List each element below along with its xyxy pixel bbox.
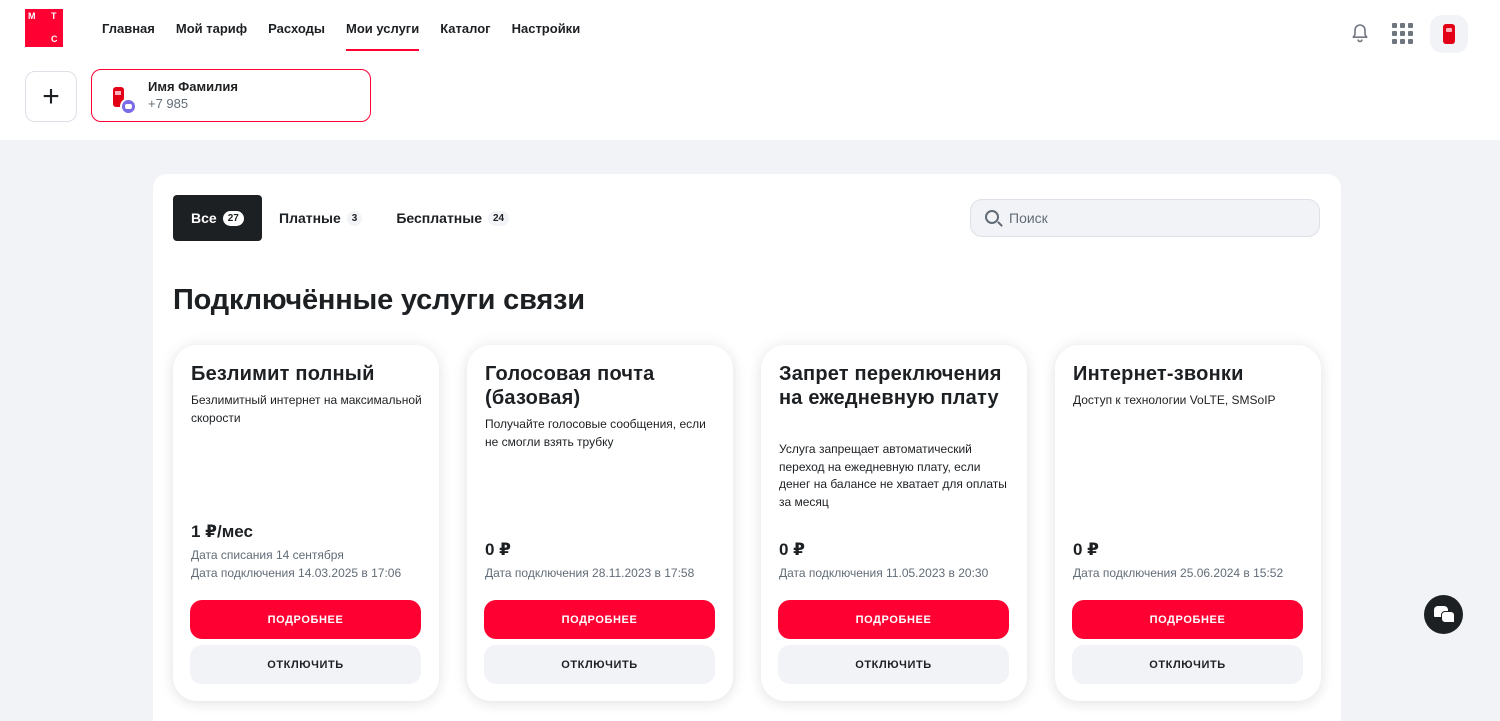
details-button[interactable]: ПОДРОБНЕЕ bbox=[484, 600, 715, 639]
tab-count-badge: 3 bbox=[346, 210, 363, 226]
details-button[interactable]: ПОДРОБНЕЕ bbox=[1072, 600, 1303, 639]
top-bar: М Т С Главная Мой тариф Расходы Мои услу… bbox=[0, 0, 1500, 140]
phone-avatar-icon bbox=[1443, 24, 1455, 44]
profile-avatar[interactable] bbox=[1430, 15, 1468, 53]
service-title: Запрет переключения на ежедневную плату bbox=[779, 363, 1002, 409]
tab-label: Бесплатные bbox=[396, 210, 482, 226]
account-selector[interactable]: Имя Фамилия +7 985 bbox=[91, 69, 371, 122]
search-input[interactable] bbox=[1009, 200, 1309, 236]
search-icon bbox=[985, 210, 999, 224]
connect-date: Дата подключения 11.05.2023 в 20:30 bbox=[779, 566, 989, 580]
connect-date: Дата подключения 28.11.2023 в 17:58 bbox=[485, 566, 695, 580]
service-title: Безлимит полный bbox=[191, 363, 375, 385]
search-box bbox=[970, 199, 1320, 237]
main-nav: Главная Мой тариф Расходы Мои услуги Кат… bbox=[102, 20, 580, 52]
service-price: 0 ₽ bbox=[779, 540, 806, 559]
nav-item-my-tariff[interactable]: Мой тариф bbox=[176, 20, 247, 52]
service-price: 0 ₽ bbox=[485, 540, 512, 559]
chat-badge-icon bbox=[120, 98, 137, 115]
service-cards: Безлимит полный Безлимитный интернет на … bbox=[173, 345, 1321, 701]
service-card: Интернет-звонки Доступ к технологии VoLT… bbox=[1055, 345, 1321, 701]
service-card: Запрет переключения на ежедневную плату … bbox=[761, 345, 1027, 701]
disable-button[interactable]: ОТКЛЮЧИТЬ bbox=[484, 645, 715, 684]
bell-icon[interactable] bbox=[1349, 22, 1371, 44]
connect-date: Дата подключения 14.03.2025 в 17:06 bbox=[191, 566, 402, 580]
tab-count-badge: 24 bbox=[488, 210, 510, 226]
service-description: Доступ к технологии VoLTE, SMSoIP bbox=[1073, 393, 1276, 407]
service-description: Получайте голосовые сообщения, если не с… bbox=[485, 417, 706, 449]
mts-logo[interactable]: М Т С bbox=[25, 9, 63, 47]
service-description: Безлимитный интернет на максимальной ско… bbox=[191, 393, 422, 425]
tab-all[interactable]: Все 27 bbox=[173, 195, 262, 241]
service-title: Голосовая почта (базовая) bbox=[485, 363, 655, 409]
account-name: Имя Фамилия bbox=[148, 79, 238, 94]
page-title: Подключённые услуги связи bbox=[173, 284, 585, 316]
logo-letter: С bbox=[51, 34, 58, 44]
disable-button[interactable]: ОТКЛЮЧИТЬ bbox=[190, 645, 421, 684]
nav-item-expenses[interactable]: Расходы bbox=[268, 20, 325, 52]
tab-count-badge: 27 bbox=[222, 210, 244, 226]
service-card: Безлимит полный Безлимитный интернет на … bbox=[173, 345, 439, 701]
details-button[interactable]: ПОДРОБНЕЕ bbox=[190, 600, 421, 639]
disable-button[interactable]: ОТКЛЮЧИТЬ bbox=[1072, 645, 1303, 684]
nav-item-home[interactable]: Главная bbox=[102, 20, 155, 52]
services-panel: Все 27 Платные 3 Бесплатные 24 Подключён… bbox=[153, 174, 1341, 721]
nav-item-catalog[interactable]: Каталог bbox=[440, 20, 490, 52]
logo-letter: Т bbox=[51, 11, 57, 21]
tab-label: Все bbox=[191, 210, 217, 226]
service-title: Интернет-звонки bbox=[1073, 363, 1244, 385]
account-number: +7 985 bbox=[148, 96, 189, 111]
logo-letter: М bbox=[28, 11, 36, 21]
tab-label: Платные bbox=[279, 210, 341, 226]
nav-item-settings[interactable]: Настройки bbox=[512, 20, 581, 52]
disable-button[interactable]: ОТКЛЮЧИТЬ bbox=[778, 645, 1009, 684]
tab-paid[interactable]: Платные 3 bbox=[279, 195, 363, 241]
service-price: 1 ₽/мес bbox=[191, 522, 253, 541]
apps-grid-icon[interactable] bbox=[1391, 22, 1413, 44]
service-price: 0 ₽ bbox=[1073, 540, 1100, 559]
nav-item-my-services[interactable]: Мои услуги bbox=[345, 20, 420, 52]
charge-date: Дата списания 14 сентября bbox=[191, 548, 344, 562]
tab-free[interactable]: Бесплатные 24 bbox=[396, 195, 510, 241]
connect-date: Дата подключения 25.06.2024 в 15:52 bbox=[1073, 566, 1284, 580]
filter-tabs: Все 27 Платные 3 Бесплатные 24 bbox=[173, 195, 510, 241]
service-description: Услуга запрещает автоматический переход … bbox=[779, 442, 1007, 509]
add-account-button[interactable]: + bbox=[25, 71, 77, 122]
details-button[interactable]: ПОДРОБНЕЕ bbox=[778, 600, 1009, 639]
chat-support-button[interactable] bbox=[1424, 595, 1463, 634]
service-card: Голосовая почта (базовая) Получайте голо… bbox=[467, 345, 733, 701]
